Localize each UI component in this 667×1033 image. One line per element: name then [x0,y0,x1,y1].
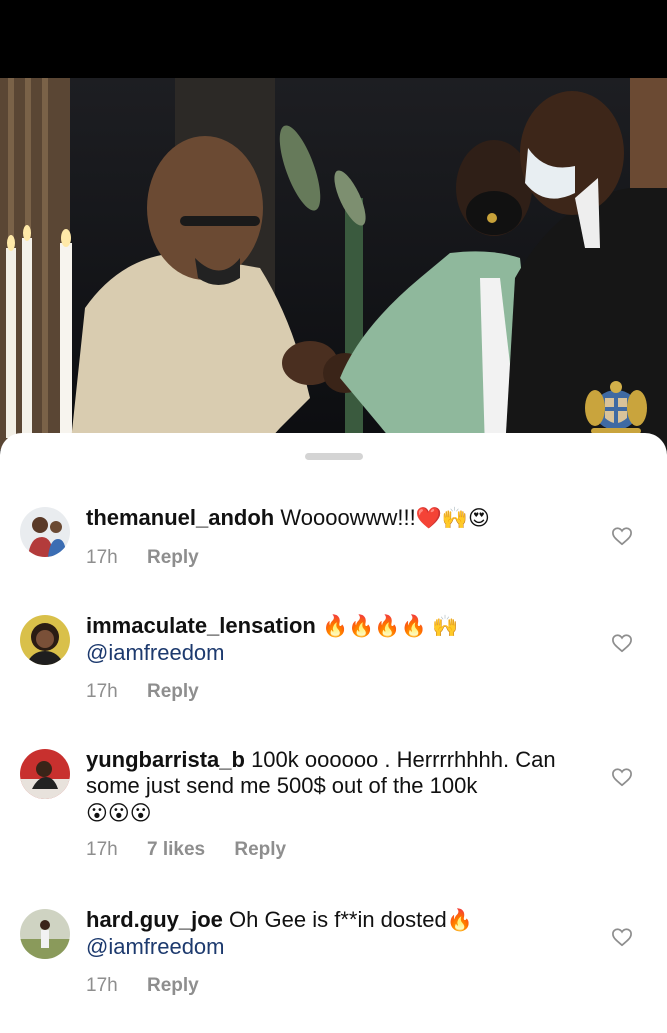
comment-username[interactable]: immaculate_lensation [86,613,316,638]
comment-text-line: yungbarrista_b 100k oooooo . Herrrrhhhh.… [86,747,566,799]
comment-emoji: 🔥 [446,909,473,932]
comment-meta: 17h 7 likes Reply [86,839,566,861]
reply-button[interactable]: Reply [147,547,199,568]
avatar[interactable] [20,507,70,557]
comment-body: themanuel_andoh Woooowww!!!❤️🙌😍 17h Repl… [86,505,586,569]
comment-mention[interactable]: @iamfreedom [86,934,586,960]
comment-body: hard.guy_joe Oh Gee is f**in dosted🔥 @ia… [86,907,586,997]
reply-button[interactable]: Reply [234,839,286,860]
avatar[interactable] [20,909,70,959]
comment-time: 17h [86,975,118,996]
avatar[interactable] [20,749,70,799]
comment-meta: 17h Reply [86,681,586,703]
comment-mention[interactable]: @iamfreedom [86,640,586,666]
avatar[interactable] [20,615,70,665]
comment-emoji: 🔥🔥🔥🔥 🙌 [322,615,459,638]
comment-text-line: immaculate_lensation 🔥🔥🔥🔥 🙌 [86,613,586,640]
heart-outline-icon[interactable] [611,927,633,947]
coat-of-arms-icon [585,381,647,434]
comment-text-line: hard.guy_joe Oh Gee is f**in dosted🔥 [86,907,586,934]
comment-emoji: 😮😮😮 [86,802,152,825]
heart-outline-icon[interactable] [611,633,633,653]
reply-button[interactable]: Reply [147,681,199,702]
top-black-bar [0,0,667,78]
heart-outline-icon[interactable] [611,526,633,546]
comment-username[interactable]: themanuel_andoh [86,505,274,530]
sheet-drag-handle[interactable] [305,453,363,460]
comments-sheet: themanuel_andoh Woooowww!!!❤️🙌😍 17h Repl… [0,433,667,1033]
comment-body: immaculate_lensation 🔥🔥🔥🔥 🙌 @iamfreedom … [86,613,586,703]
comment-time: 17h [86,839,118,860]
comment-text-line: themanuel_andoh Woooowww!!!❤️🙌😍 [86,505,586,532]
comment-username[interactable]: yungbarrista_b [86,747,245,772]
comment-likes[interactable]: 7 likes [147,839,205,860]
reply-button[interactable]: Reply [147,975,199,996]
comment-time: 17h [86,681,118,702]
comment-text: Oh Gee is f**in dosted [229,907,447,932]
comment-meta: 17h Reply [86,547,586,569]
post-photo [0,78,667,450]
comment-username[interactable]: hard.guy_joe [86,907,223,932]
comment-text: Woooowww!!! [280,505,416,530]
comment-body: yungbarrista_b 100k oooooo . Herrrrhhhh.… [86,747,566,861]
comment-meta: 17h Reply [86,975,586,997]
comment-time: 17h [86,547,118,568]
heart-outline-icon[interactable] [611,767,633,787]
comment-emoji: ❤️🙌😍 [415,507,490,530]
